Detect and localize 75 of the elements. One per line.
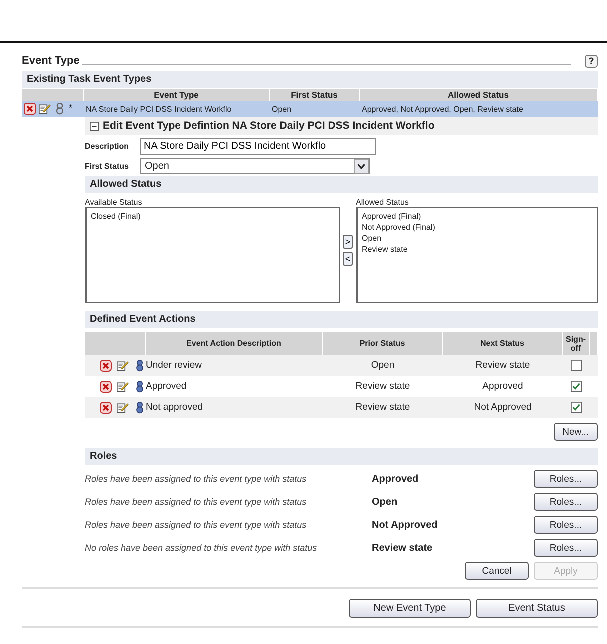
table-cell-text: Open (271, 104, 293, 116)
section-header: Existing Task Event Types (22, 71, 598, 88)
roles-button[interactable]: Roles... (534, 539, 598, 557)
status-dropdown[interactable]: Open (140, 158, 370, 174)
remove-button[interactable]: < (343, 252, 353, 266)
column-header (590, 332, 598, 355)
add-button[interactable]: > (343, 235, 353, 249)
status-label: Review state (372, 542, 434, 554)
table-cell: Under review (146, 355, 323, 376)
description-field[interactable]: NA Store Daily PCI DSS Incident Workflo (140, 138, 376, 155)
new-action-button[interactable]: New... (554, 423, 598, 441)
table-cell: Review state (323, 397, 443, 418)
fieldset-title: Event Type (22, 55, 80, 67)
roles-button[interactable]: Roles... (534, 516, 598, 534)
status-label: Not Approved (372, 520, 439, 530)
table-cell-text: Approved, Not Approved, Open, Review state (361, 104, 524, 116)
help-icon[interactable]: ? (585, 54, 598, 68)
role-message: Roles have been assigned to this event type with status (85, 520, 308, 530)
list-item[interactable]: Review state (362, 244, 593, 255)
section-header: Defined Event Actions (85, 311, 598, 328)
list-item[interactable]: Closed (Final) (91, 211, 335, 222)
edit-icon[interactable] (117, 360, 129, 372)
column-header (85, 332, 146, 355)
footer-button[interactable]: New Event Type (349, 599, 471, 618)
allowed-status-list[interactable]: Approved (Final) Not Approved (Final) Open Review state (356, 207, 598, 303)
edit-icon[interactable] (117, 380, 129, 392)
table-cell-text: NA Store Daily PCI DSS Incident Workflo (85, 104, 233, 116)
list-item[interactable]: Open (362, 233, 593, 244)
sign-off-checkbox[interactable] (571, 381, 582, 392)
pin-icon[interactable] (134, 380, 146, 392)
table-cell: Review state (443, 355, 563, 376)
list-item[interactable]: Not Approved (Final) (362, 222, 593, 233)
field-label: First Status (85, 162, 130, 170)
table-cell: Not approved (146, 397, 323, 418)
column-header (22, 89, 84, 101)
column-header: Event Type (84, 89, 270, 101)
role-message: Roles have been assigned to this event type with status (85, 497, 308, 507)
list-label: Allowed Status (356, 198, 410, 207)
column-header: First Status (270, 89, 360, 101)
field-label: Description (85, 142, 130, 151)
column-header: Prior Status (323, 332, 443, 355)
pin-icon[interactable] (134, 360, 146, 372)
status-label: Approved (372, 474, 420, 484)
panel-title: Edit Event Type Defintion NA Store Daily PCI DSS Incident Workflo (103, 120, 435, 132)
column-header: Sign-off (563, 332, 590, 355)
edit-icon[interactable] (117, 402, 129, 414)
role-message: Roles have been assigned to this event type with status (85, 474, 308, 484)
section-header: Roles (85, 448, 598, 465)
modified-marker: * (69, 103, 73, 113)
form-button[interactable]: Cancel (465, 562, 529, 580)
collapse-icon[interactable] (90, 122, 99, 130)
section-header: Allowed Status (85, 176, 598, 193)
delete-icon[interactable] (100, 360, 112, 372)
pin-icon[interactable] (134, 402, 146, 414)
footer-button[interactable]: Event Status (476, 599, 598, 618)
role-message: No roles have been assigned to this event type with status (85, 543, 318, 553)
table-row[interactable]: * NA Store Daily PCI DSS Incident Workflo Open Approved, Not Approved, Open, Review state (22, 101, 598, 117)
sign-off-checkbox[interactable] (571, 402, 582, 413)
delete-icon[interactable] (100, 380, 112, 392)
list-label: Available Status (85, 198, 144, 207)
status-label: Open (372, 496, 399, 508)
delete-icon[interactable] (24, 103, 36, 115)
available-status-list[interactable]: Closed (Final) (85, 207, 340, 303)
column-header: Next Status (443, 332, 563, 355)
column-header: Allowed Status (360, 89, 598, 101)
table-cell: Not Approved (443, 397, 563, 418)
delete-icon[interactable] (100, 402, 112, 414)
table-cell: Open (323, 355, 443, 376)
sign-off-checkbox[interactable] (571, 360, 582, 371)
column-header: Event Action Description (146, 332, 323, 355)
roles-button[interactable]: Roles... (534, 470, 598, 488)
roles-button[interactable]: Roles... (534, 493, 598, 511)
dropdown-icon[interactable] (354, 158, 369, 174)
list-item[interactable]: Approved (Final) (362, 211, 593, 222)
edit-icon[interactable] (39, 103, 51, 115)
